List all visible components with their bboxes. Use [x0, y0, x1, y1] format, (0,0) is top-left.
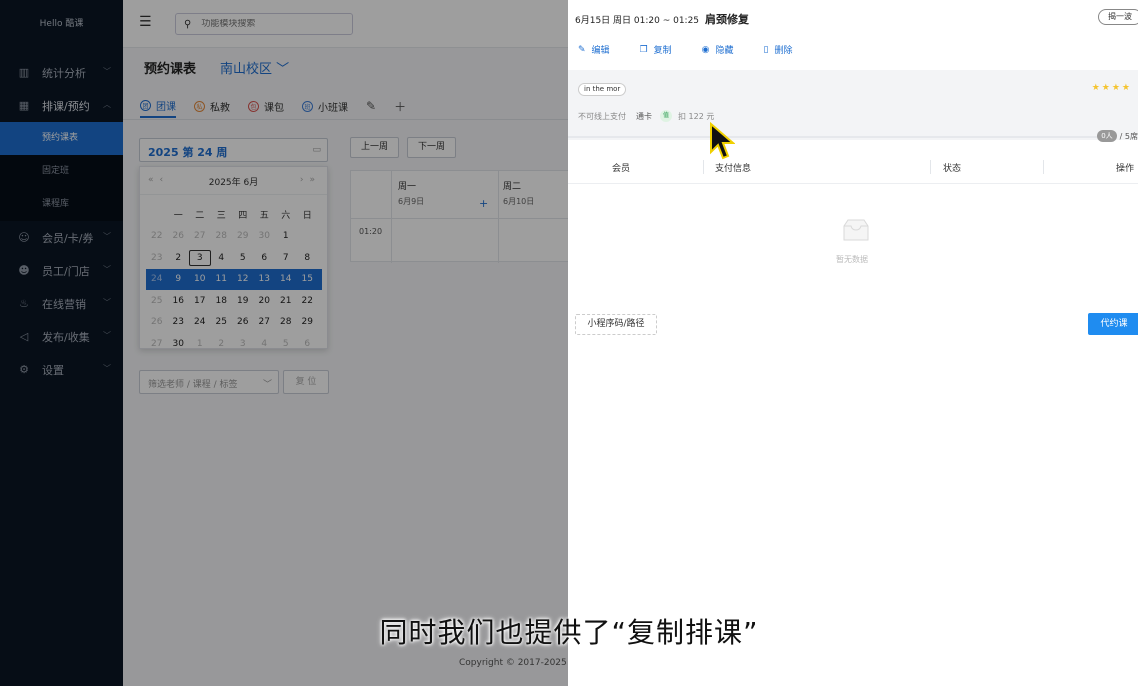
trash-icon: ▯	[763, 44, 769, 55]
payment-info: 不可线上支付 通卡 值 扣 122 元	[578, 110, 714, 122]
column-header: 操作	[1116, 164, 1135, 174]
empty-box-icon	[843, 219, 869, 241]
eye-icon: ◉	[701, 44, 710, 55]
mouse-cursor-icon	[710, 122, 735, 160]
delete-button[interactable]: ▯ 删除	[763, 43, 793, 57]
drawer-actions: ✎ 编辑 ❐ 复制 ◉ 隐藏 ▯ 删除	[578, 43, 823, 57]
column-header: 支付信息	[715, 164, 752, 174]
video-subtitle: 同时我们也提供了“复制排课”	[0, 611, 1138, 651]
column-divider	[703, 160, 704, 174]
column-divider	[930, 160, 931, 174]
course-info-panel: in the mor ★★★★ 不可线上支付 通卡 值 扣 122 元 0人 /…	[568, 70, 1138, 142]
rating-stars-icon: ★★★★	[1091, 83, 1132, 93]
column-divider	[1043, 160, 1044, 174]
action-label: 删除	[774, 46, 793, 56]
drawer-title: 6月15日 周日 01:20 ~ 01:25 肩颈修复	[575, 11, 749, 27]
card-type: 通卡	[636, 111, 652, 121]
action-label: 隐藏	[715, 46, 734, 56]
booked-count: 0人	[1097, 130, 1117, 142]
notify-button[interactable]: 揭一波	[1098, 9, 1138, 25]
action-label: 编辑	[591, 46, 610, 56]
booking-progress	[568, 136, 1098, 138]
total-seats: / 5席	[1119, 131, 1138, 141]
course-date-time: 6月15日 周日 01:20 ~ 01:25	[575, 16, 700, 26]
mini-program-button[interactable]: 小程序码/路径	[575, 314, 657, 335]
edit-icon: ✎	[578, 44, 586, 55]
pay-note: 不可线上支付	[578, 111, 626, 121]
value-badge-icon: 值	[660, 110, 672, 122]
copy-icon: ❐	[639, 44, 648, 55]
booking-count: 0人 / 5席	[1097, 130, 1138, 142]
empty-text: 暂无数据	[836, 255, 868, 264]
action-label: 复制	[653, 46, 672, 56]
edit-button[interactable]: ✎ 编辑	[578, 43, 610, 57]
hide-button[interactable]: ◉ 隐藏	[701, 43, 734, 57]
book-for-member-button[interactable]: 代约课	[1088, 313, 1138, 335]
course-name: 肩颈修复	[705, 13, 750, 26]
copy-button[interactable]: ❐ 复制	[639, 43, 672, 57]
column-header: 状态	[943, 164, 962, 174]
course-detail-drawer: 6月15日 周日 01:20 ~ 01:25 肩颈修复 揭一波 ✎ 编辑 ❐ 复制…	[568, 0, 1138, 686]
modal-mask[interactable]	[0, 0, 568, 686]
course-tag: in the mor	[578, 83, 627, 96]
column-header: 会员	[612, 164, 631, 174]
members-table-header: 会员 支付信息 状态 操作	[568, 152, 1138, 184]
deduct-amount: 扣 122 元	[678, 111, 715, 121]
subtitle-text: 同时我们也提供了“复制排课”	[379, 616, 759, 649]
